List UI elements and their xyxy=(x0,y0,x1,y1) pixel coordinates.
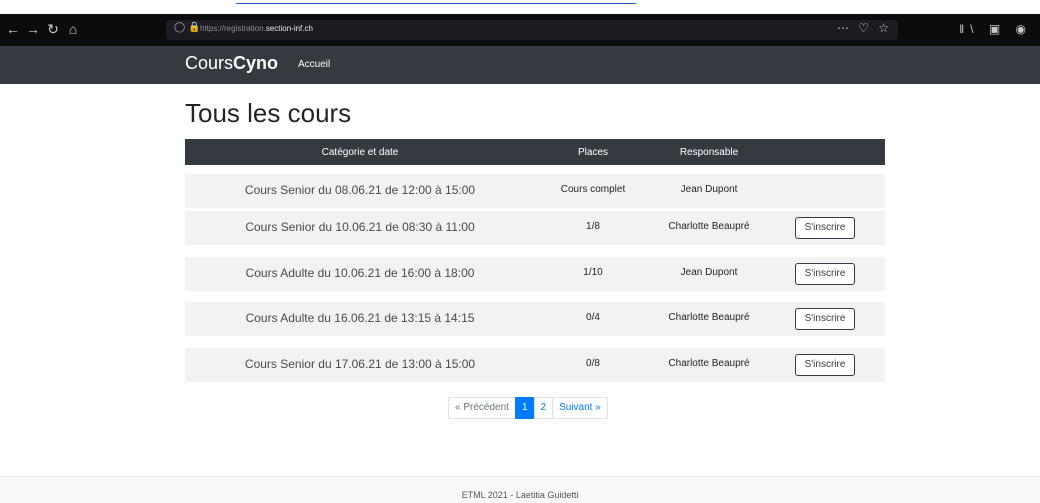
reload-icon[interactable]: ↻ xyxy=(46,21,66,38)
brand-bold: Cyno xyxy=(233,53,279,73)
browser-nav-buttons: ←→↻ ⌂ xyxy=(6,21,86,38)
register-button[interactable]: S'inscrire xyxy=(795,308,855,330)
forward-icon[interactable]: → xyxy=(26,21,46,37)
table-row: Cours Senior du 10.06.21 de 08:30 à 11:0… xyxy=(185,211,885,245)
url-domain: section-inf.ch xyxy=(265,24,313,33)
page-title: Tous les cours xyxy=(185,98,352,128)
register-button[interactable]: S'inscrire xyxy=(795,217,855,239)
register-button[interactable]: S'inscrire xyxy=(795,263,855,285)
manager-name: Charlotte Beaupré xyxy=(668,312,750,323)
back-icon[interactable]: ← xyxy=(6,21,26,37)
manager-name: Charlotte Beaupré xyxy=(668,358,750,369)
places-value: 0/8 xyxy=(586,358,600,369)
table-row: Cours Adulte du 10.06.21 de 16:00 à 18:0… xyxy=(185,257,885,291)
course-label: Cours Senior du 17.06.21 de 13:00 à 15:0… xyxy=(244,357,476,371)
table-row: Cours Adulte du 16.06.21 de 13:15 à 14:1… xyxy=(185,302,885,336)
manager-name: Jean Dupont xyxy=(680,267,738,278)
brand-light: Cours xyxy=(185,53,234,73)
places-value: 0/4 xyxy=(586,312,600,323)
pagination-page-2[interactable]: 2 xyxy=(533,397,554,419)
pagination: « Précédent 1 2 Suivant » xyxy=(448,397,608,419)
register-button[interactable]: S'inscrire xyxy=(795,354,855,376)
lock-icon: ◯ 🔒 xyxy=(174,22,201,33)
brand-logo[interactable]: CoursCyno xyxy=(185,53,278,74)
pagination-previous[interactable]: « Précédent xyxy=(448,397,516,419)
course-label: Cours Adulte du 10.06.21 de 16:00 à 18:0… xyxy=(245,266,475,280)
places-value: 1/8 xyxy=(586,221,600,232)
pagination-page-1[interactable]: 1 xyxy=(514,397,535,419)
url-text[interactable]: https://registration.section-inf.ch xyxy=(200,24,313,33)
app-navbar: CoursCyno Accueil xyxy=(0,46,1040,84)
header-category: Catégorie et date xyxy=(321,147,399,158)
places-value: Cours complet xyxy=(560,184,626,195)
course-label: Cours Senior du 08.06.21 de 12:00 à 15:0… xyxy=(244,183,476,197)
pagination-next[interactable]: Suivant » xyxy=(552,397,608,419)
page-actions-icon[interactable]: ⋯ ♡ ☆ xyxy=(837,21,892,35)
url-prefix: https://registration. xyxy=(200,24,266,33)
footer-text: ETML 2021 - Laetitia Guidetti xyxy=(461,490,579,500)
nav-link-home[interactable]: Accueil xyxy=(298,59,330,70)
home-icon[interactable]: ⌂ xyxy=(66,21,86,37)
table-row: Cours Senior du 17.06.21 de 13:00 à 15:0… xyxy=(185,348,885,382)
places-value: 1/10 xyxy=(583,267,603,278)
manager-name: Jean Dupont xyxy=(680,184,738,195)
address-bar[interactable]: ◯ 🔒 https://registration.section-inf.ch … xyxy=(166,20,898,40)
header-manager: Responsable xyxy=(679,147,739,158)
course-label: Cours Adulte du 16.06.21 de 13:15 à 14:1… xyxy=(245,311,475,325)
browser-toolbar: ←→↻ ⌂ ◯ 🔒 https://registration.section-in… xyxy=(0,14,1040,46)
header-places: Places xyxy=(577,147,608,158)
footer: ETML 2021 - Laetitia Guidetti xyxy=(0,476,1040,503)
table-row: Cours Senior du 08.06.21 de 12:00 à 15:0… xyxy=(185,174,885,208)
manager-name: Charlotte Beaupré xyxy=(668,221,750,232)
top-link-underline xyxy=(236,0,636,4)
library-icon[interactable]: ‖\ ▣ ◉ xyxy=(959,22,1032,36)
table-header: Catégorie et date Places Responsable xyxy=(185,139,885,165)
course-label: Cours Senior du 10.06.21 de 08:30 à 11:0… xyxy=(245,220,475,234)
top-strip xyxy=(0,0,1040,14)
